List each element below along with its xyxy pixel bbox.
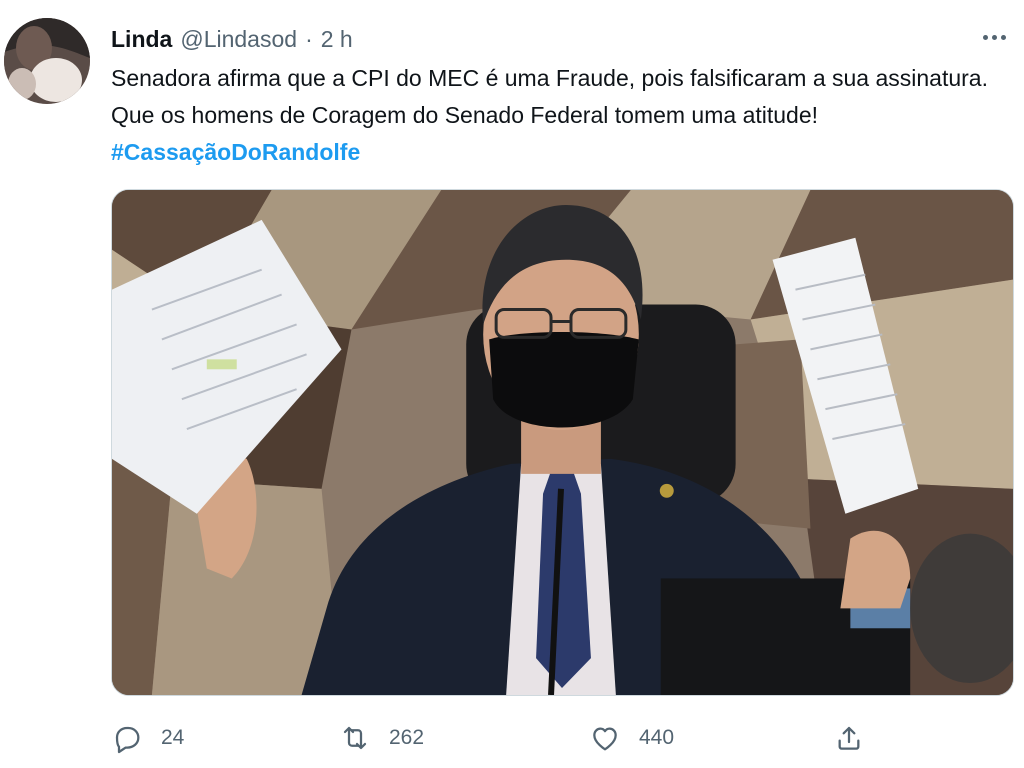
retweet-button[interactable]: 262: [339, 716, 424, 760]
retweet-arrows-icon: [343, 726, 367, 750]
more-dots-icon[interactable]: [974, 22, 1014, 52]
tweet-timestamp[interactable]: 2 h: [321, 24, 353, 54]
tweet-header: Linda @Lindasod · 2 h: [111, 24, 353, 54]
like-count: 440: [639, 726, 675, 749]
separator-dot: ·: [305, 26, 313, 52]
tweet[interactable]: Linda @Lindasod · 2 h Senadora afirma qu…: [0, 0, 1024, 768]
like-button[interactable]: 440: [589, 716, 674, 760]
senator-photo: [112, 190, 1013, 695]
tweet-text: Senadora afirma que a CPI do MEC é uma F…: [111, 60, 1001, 171]
share-upload-icon: [838, 726, 860, 750]
avatar[interactable]: [4, 18, 90, 104]
author-handle[interactable]: @Lindasod: [180, 24, 297, 54]
hashtag-link[interactable]: #CassaçãoDoRandolfe: [111, 139, 360, 165]
retweet-count: 262: [389, 726, 425, 749]
avatar-photo: [4, 18, 90, 104]
author-name[interactable]: Linda: [111, 24, 172, 54]
heart-icon: [593, 727, 617, 751]
reply-count: 24: [161, 726, 185, 749]
tweet-actions: 24 262 440: [111, 716, 1014, 760]
reply-button[interactable]: 24: [111, 716, 184, 760]
share-button[interactable]: [833, 716, 865, 760]
speech-bubble-icon: [115, 726, 140, 754]
tweet-photo[interactable]: [111, 189, 1014, 696]
tweet-body: Senadora afirma que a CPI do MEC é uma F…: [111, 65, 988, 128]
